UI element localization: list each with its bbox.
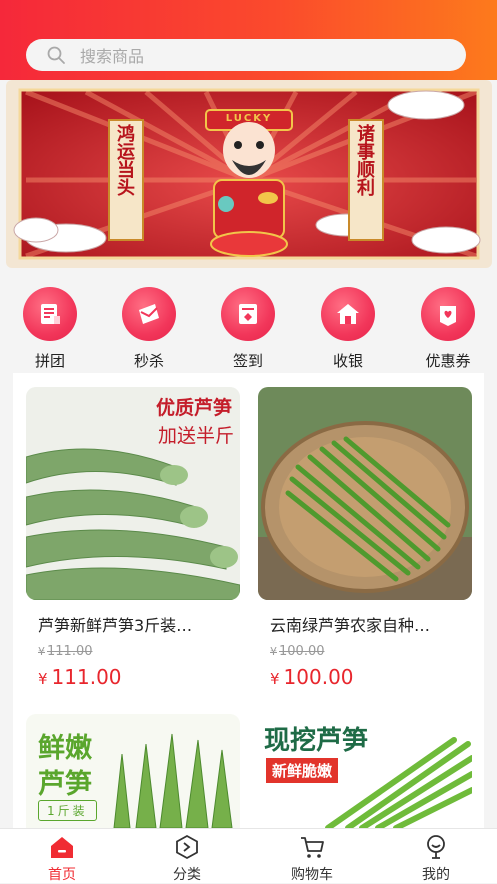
product-price: ¥100.00 <box>270 665 354 689</box>
tab-category[interactable]: 分类 <box>147 831 227 884</box>
search-bar[interactable]: 搜索商品 <box>26 39 466 71</box>
product-image-caption: 加送半斤 <box>157 425 234 447</box>
left-couplet: 鸿运当头 <box>114 124 135 196</box>
home-icon <box>51 837 73 858</box>
product-image-badge: 1斤装 <box>38 800 97 821</box>
promo-banner[interactable]: 鸿运当头 诸事顺利 LUCKY <box>6 80 492 268</box>
category-item-check-in[interactable]: 签到 <box>208 285 288 371</box>
cashier-icon <box>321 287 375 341</box>
category-label: 收银 <box>332 352 363 370</box>
tab-label: 首页 <box>48 867 76 883</box>
product-image: 优质芦笋 加送半斤 <box>26 387 240 600</box>
category-item-coupon[interactable]: 优惠券 <box>408 285 488 371</box>
product-image: 现挖芦笋 新鲜脆嫩 <box>258 714 472 828</box>
category-label: 拼团 <box>34 352 65 370</box>
product-card[interactable]: 云南绿芦笋农家自种… ¥100.00 ¥100.00 <box>258 387 472 689</box>
tab-profile[interactable]: 我的 <box>396 831 476 884</box>
hat-text: LUCKY <box>225 113 273 124</box>
search-icon <box>47 46 65 64</box>
cart-icon <box>301 837 324 858</box>
tab-home[interactable]: 首页 <box>22 831 102 884</box>
product-image-caption: 芦笋 <box>38 769 92 800</box>
category-item-flash-sale[interactable]: 秒杀 <box>109 285 189 371</box>
product-price: ¥111.00 <box>38 665 122 689</box>
category-icon <box>176 834 198 860</box>
flash-sale-icon <box>122 287 176 341</box>
product-title: 云南绿芦笋农家自种… <box>270 616 431 635</box>
product-image-badge: 新鲜脆嫩 <box>266 758 339 783</box>
category-label: 优惠券 <box>425 352 471 370</box>
product-card[interactable]: 优质芦笋 加送半斤 芦笋新鲜芦笋3斤装… ¥111.00 ¥111.00 <box>26 387 240 689</box>
product-title: 芦笋新鲜芦笋3斤装… <box>38 616 193 635</box>
profile-icon <box>427 835 445 859</box>
product-card[interactable]: 现挖芦笋 新鲜脆嫩 <box>258 714 472 828</box>
tab-label: 我的 <box>422 867 450 883</box>
product-image-caption: 现挖芦笋 <box>264 726 369 756</box>
tab-cart[interactable]: 购物车 <box>272 831 352 884</box>
check-in-icon <box>221 287 275 341</box>
product-original-price: ¥111.00 <box>38 644 93 659</box>
category-label: 签到 <box>232 352 263 370</box>
product-image: 鲜嫩 芦笋 1斤装 <box>26 714 240 828</box>
category-item-group-buy[interactable]: 拼团 <box>10 285 90 371</box>
coupon-icon <box>421 287 475 341</box>
product-image <box>258 387 472 600</box>
right-couplet: 诸事顺利 <box>354 124 375 196</box>
bottom-tab-bar: 首页 分类 购物车 我的 <box>0 828 497 883</box>
category-label: 秒杀 <box>133 352 164 370</box>
search-placeholder: 搜索商品 <box>80 47 145 66</box>
banner-image <box>6 80 492 268</box>
category-item-cashier[interactable]: 收银 <box>308 285 388 371</box>
group-buy-icon <box>23 287 77 341</box>
product-image-caption: 优质芦笋 <box>155 397 232 419</box>
tab-label: 购物车 <box>291 867 333 883</box>
tab-label: 分类 <box>173 867 201 883</box>
product-original-price: ¥100.00 <box>270 644 325 659</box>
category-nav: 拼团 秒杀 签到 收银 优惠券 <box>0 285 497 375</box>
header-bar: 搜索商品 <box>0 0 497 80</box>
product-image-caption: 鲜嫩 <box>38 733 92 764</box>
product-card[interactable]: 鲜嫩 芦笋 1斤装 <box>26 714 240 828</box>
